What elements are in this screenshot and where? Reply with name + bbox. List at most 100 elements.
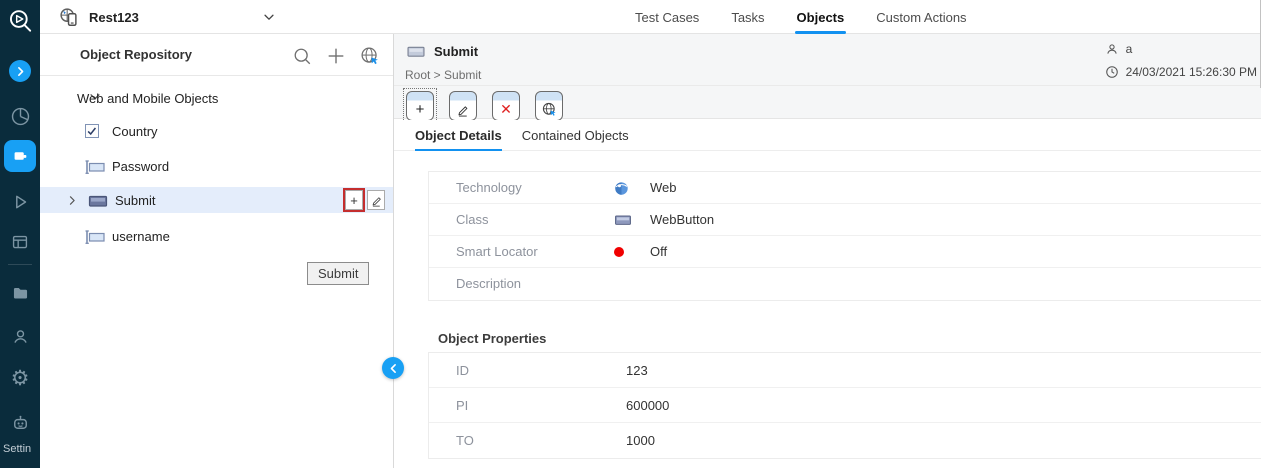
- tree-node-username[interactable]: username: [40, 223, 393, 249]
- rail-expand-button[interactable]: [0, 60, 40, 82]
- search-icon[interactable]: [289, 43, 315, 69]
- robot-icon[interactable]: [0, 409, 40, 435]
- checkbox-icon: [85, 124, 99, 138]
- tree-node-label: username: [112, 229, 170, 244]
- tree-node-label: Web and Mobile Objects: [77, 91, 218, 106]
- person-icon: [1105, 42, 1119, 56]
- edit-button[interactable]: [449, 91, 477, 121]
- breadcrumb[interactable]: Root > Submit: [405, 68, 481, 82]
- web-mobile-project-icon: [58, 6, 80, 28]
- table-row-to: TO 1000: [429, 423, 1261, 458]
- tab-custom-actions[interactable]: Custom Actions: [874, 0, 968, 34]
- add-button[interactable]: +: [406, 91, 434, 121]
- add-child-object-button[interactable]: +: [345, 190, 363, 210]
- user-name: a: [1126, 42, 1133, 56]
- delete-button[interactable]: ✕: [492, 91, 520, 121]
- gear-icon[interactable]: ⚙: [0, 367, 40, 391]
- textbox-icon: [85, 229, 105, 245]
- main-nav-tabs: Test Cases Tasks Objects Custom Actions: [633, 0, 969, 34]
- x-icon: ✕: [493, 99, 519, 120]
- tab-tasks[interactable]: Tasks: [729, 0, 766, 34]
- object-repository-header: Object Repository: [40, 34, 393, 76]
- top-bar: Rest123 Test Cases Tasks Objects Custom …: [40, 0, 1261, 34]
- collapse-panel-button[interactable]: [382, 357, 404, 379]
- submit-tooltip: Submit: [307, 262, 369, 285]
- chevron-right-icon[interactable]: [66, 194, 79, 207]
- globe-cursor-icon: [536, 99, 562, 120]
- timestamp-row: 24/03/2021 15:26:30 PM: [1105, 64, 1257, 80]
- table-row-smart-locator: Smart Locator Off: [429, 236, 1261, 268]
- row-label: TO: [456, 433, 474, 448]
- textbox-icon: [85, 159, 105, 175]
- tab-objects[interactable]: Objects: [795, 0, 847, 34]
- row-label: ID: [456, 363, 469, 378]
- button-object-icon: [406, 44, 426, 59]
- web-capture-button[interactable]: [535, 91, 563, 121]
- project-selector[interactable]: Rest123: [58, 0, 139, 34]
- row-label: Description: [456, 276, 521, 291]
- object-properties-title: Object Properties: [438, 331, 546, 346]
- row-label: PI: [456, 398, 468, 413]
- row-value: Off: [650, 244, 667, 259]
- tab-object-details[interactable]: Object Details: [415, 120, 502, 151]
- object-repository-panel: Object Repository Web and Mobile Objects: [40, 34, 393, 468]
- button-object-icon: [88, 193, 108, 209]
- table-row-id: ID 123: [429, 353, 1261, 388]
- panel-title: Object Repository: [80, 47, 192, 62]
- row-value: 600000: [626, 398, 669, 413]
- rail-item-objects-active[interactable]: [0, 140, 40, 172]
- clock-icon: [1105, 65, 1119, 79]
- objects-module-icon: [4, 140, 36, 172]
- play-icon[interactable]: [0, 190, 40, 214]
- row-value: 1000: [626, 433, 655, 448]
- user-icon[interactable]: [0, 324, 40, 348]
- row-value: WebButton: [650, 212, 714, 227]
- object-title: Submit: [434, 44, 478, 59]
- row-value: Web: [650, 180, 677, 195]
- project-name: Rest123: [89, 10, 139, 25]
- rail-divider: [8, 264, 32, 265]
- tree-node-country[interactable]: Country: [40, 118, 393, 144]
- tree-node-submit-selected[interactable]: Submit +: [40, 187, 393, 213]
- user-row: a: [1105, 41, 1257, 57]
- header-separator: [394, 85, 1261, 86]
- row-label: Smart Locator: [456, 244, 538, 259]
- tree-node-web-and-mobile-objects[interactable]: Web and Mobile Objects: [40, 85, 393, 111]
- tab-test-cases[interactable]: Test Cases: [633, 0, 701, 34]
- web-globe-icon: [614, 180, 632, 196]
- object-properties-table: ID 123 PI 600000 TO 1000: [428, 352, 1261, 459]
- chevron-down-icon[interactable]: [262, 0, 276, 34]
- table-row-pi: PI 600000: [429, 388, 1261, 423]
- edit-object-button[interactable]: [367, 190, 385, 210]
- settings-label[interactable]: Settin: [3, 443, 43, 455]
- tree-node-label: Password: [112, 159, 169, 174]
- table-row-class: Class WebButton: [429, 204, 1261, 236]
- object-header: Submit Root > Submit a 24/03/2021 15:26:…: [394, 34, 1261, 119]
- dashboard-icon[interactable]: [0, 230, 40, 254]
- panel-divider: [393, 34, 394, 468]
- app-window: ⚙ Settin Rest123 Test Cases Tasks Object…: [0, 0, 1261, 468]
- chevron-right-icon: [9, 60, 31, 82]
- app-logo-icon[interactable]: [0, 6, 40, 36]
- table-row-description: Description: [429, 268, 1261, 300]
- add-object-icon[interactable]: [323, 43, 349, 69]
- tree-node-label: Submit: [115, 193, 155, 208]
- timestamp: 24/03/2021 15:26:30 PM: [1126, 65, 1257, 79]
- row-label: Class: [456, 212, 489, 227]
- object-details-table: Technology Web Class WebButton Smart Loc…: [428, 171, 1261, 301]
- detail-tabs: Object Details Contained Objects: [394, 120, 1261, 151]
- row-value: 123: [626, 363, 648, 378]
- web-capture-icon[interactable]: [357, 43, 383, 69]
- row-label: Technology: [456, 180, 522, 195]
- web-button-icon: [614, 212, 632, 228]
- gear-glyph: ⚙: [11, 368, 30, 390]
- tree-node-password[interactable]: Password: [40, 153, 393, 179]
- tab-contained-objects[interactable]: Contained Objects: [522, 120, 629, 151]
- left-rail: ⚙ Settin: [0, 0, 40, 468]
- plus-icon: +: [407, 99, 433, 120]
- object-toolbar: + ✕: [404, 89, 565, 123]
- pie-chart-icon[interactable]: [0, 104, 40, 128]
- tree-node-label: Country: [112, 124, 158, 139]
- pencil-icon: [450, 99, 476, 120]
- folder-icon[interactable]: [0, 281, 40, 305]
